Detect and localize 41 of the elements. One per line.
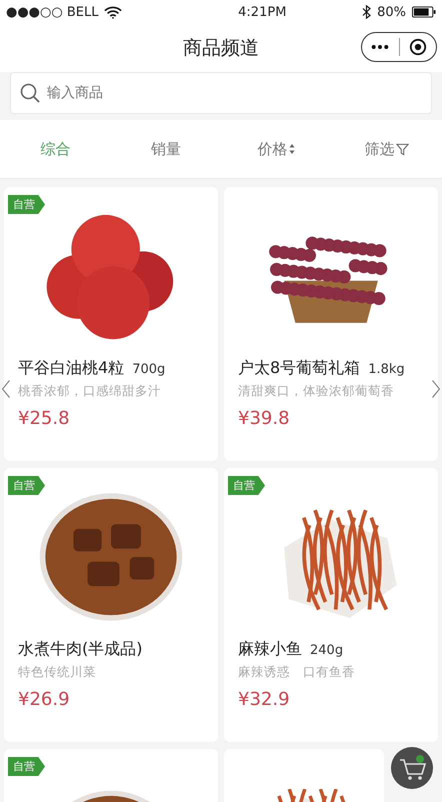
product-price: ¥26.9 bbox=[18, 689, 71, 710]
self-operated-tag: 自营 bbox=[8, 476, 45, 495]
search-icon bbox=[20, 83, 40, 103]
more-icon[interactable] bbox=[371, 44, 390, 50]
product-weight: 700g bbox=[132, 362, 166, 377]
product-price: ¥39.8 bbox=[238, 408, 291, 429]
sort-tab[interactable]: 价格 bbox=[221, 140, 332, 158]
sort-tab[interactable]: 销量 bbox=[110, 140, 221, 158]
sort-tab[interactable]: 筛选 bbox=[332, 140, 442, 158]
bluetooth-icon bbox=[362, 5, 372, 19]
product-name: 麻辣小鱼 bbox=[238, 639, 302, 660]
page-title: 商品频道 bbox=[183, 36, 259, 61]
product-description: 特色传统川菜 bbox=[18, 664, 97, 681]
product-name: 水煮牛肉(半成品) bbox=[18, 639, 142, 660]
self-operated-tag: 自营 bbox=[8, 195, 45, 214]
product-description: 麻辣诱惑 口有鱼香 bbox=[238, 664, 356, 681]
product-description: 桃香浓郁，口感绵甜多汁 bbox=[18, 383, 162, 400]
sort-tab[interactable]: 综合 bbox=[0, 140, 110, 158]
product-weight: 240g bbox=[310, 643, 344, 658]
carrier-text: ●●●○○ BELL bbox=[6, 4, 98, 20]
product-card[interactable]: 自营 麻辣小鱼 240g 麻辣诱惑 口有鱼香 ¥32.9 bbox=[224, 468, 438, 742]
product-name: 户太8号葡萄礼箱 bbox=[238, 358, 360, 379]
product-description: 清甜爽口，体验浓郁葡萄香 bbox=[238, 383, 395, 400]
wifi-icon bbox=[104, 6, 122, 18]
product-card[interactable]: 自营 bbox=[4, 749, 218, 802]
cart-button-icon[interactable] bbox=[390, 746, 434, 790]
product-card[interactable]: 自营 平谷白油桃4粒 700g 桃香浓郁，口感绵甜多汁 ¥25.8 bbox=[4, 187, 218, 461]
self-operated-tag: 自营 bbox=[8, 757, 45, 776]
product-price: ¥32.9 bbox=[238, 689, 291, 710]
product-name: 平谷白油桃4粒 bbox=[18, 358, 124, 379]
sort-icon bbox=[289, 143, 296, 155]
battery-text: 80% bbox=[377, 4, 406, 20]
product-price: ¥25.8 bbox=[18, 408, 71, 429]
product-card[interactable]: 自营 水煮牛肉(半成品) 特色传统川菜 ¥26.9 bbox=[4, 468, 218, 742]
product-weight: 1.8kg bbox=[368, 362, 405, 377]
time-text: 4:21PM bbox=[237, 4, 288, 20]
search-field[interactable]: 输入商品 bbox=[10, 72, 432, 114]
battery-icon bbox=[412, 6, 436, 18]
self-operated-tag: 自营 bbox=[228, 476, 265, 495]
filter-icon bbox=[396, 142, 410, 156]
product-card[interactable]: 户太8号葡萄礼箱 1.8kg 清甜爽口，体验浓郁葡萄香 ¥39.8 bbox=[224, 187, 438, 461]
